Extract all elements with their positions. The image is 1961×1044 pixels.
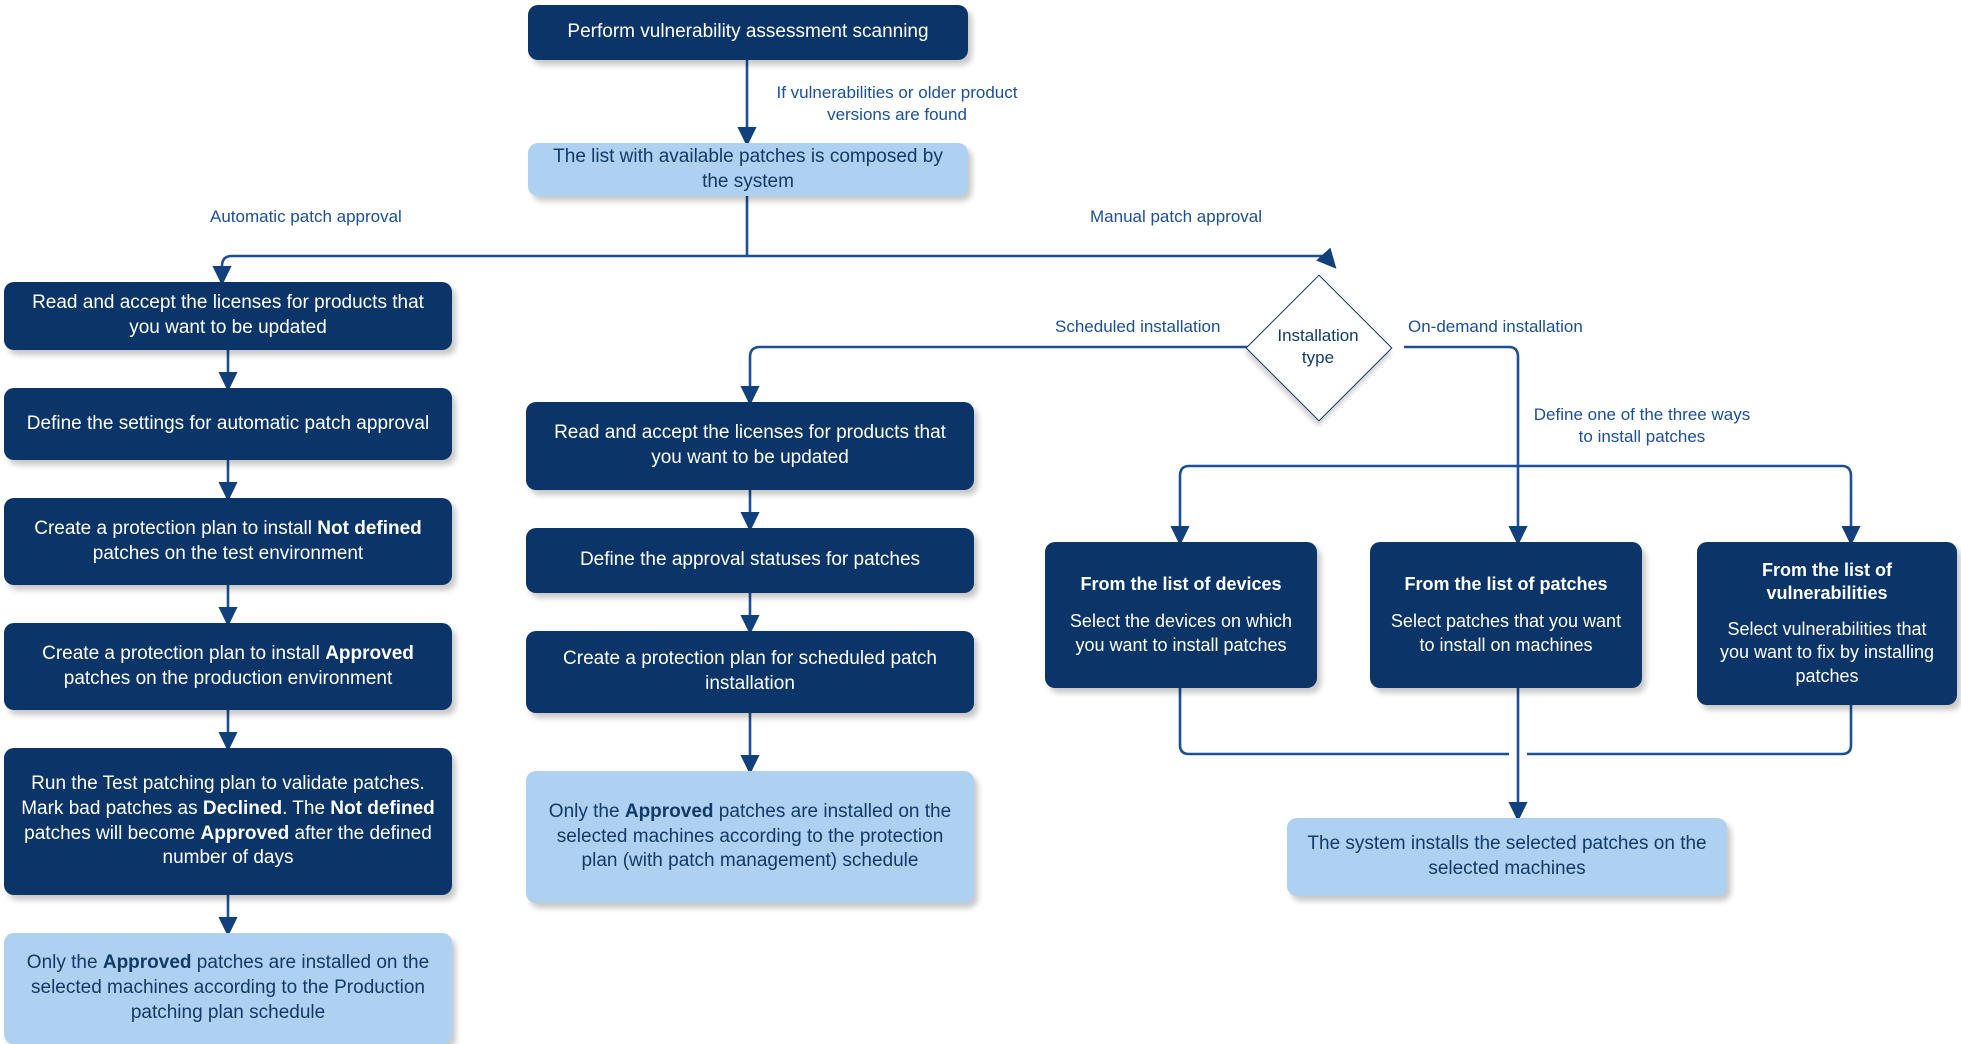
node-from-patches-title: From the list of patches	[1404, 573, 1608, 594]
edge-three-left	[1170, 464, 1518, 546]
decision-installation-type-label: Installation type	[1277, 325, 1359, 367]
node-patch-list-label: The list with available patches is compo…	[553, 145, 943, 192]
edge-label-define-three-ways: Define one of the three ways to install …	[1533, 405, 1751, 446]
node-auto-define-settings[interactable]: Define the settings for automatic patch …	[4, 388, 452, 460]
node-from-patches-body: Select patches that you want to install …	[1390, 611, 1622, 655]
node-ondemand-result-label: The system installs the selected patches…	[1307, 833, 1707, 879]
node-auto-define-settings-label: Define the settings for automatic patch …	[26, 412, 430, 434]
node-auto-plan-not-defined[interactable]: Create a protection plan to install Not …	[4, 498, 452, 585]
node-from-devices-body: Select the devices on which you want to …	[1069, 611, 1293, 655]
node-auto-plan-not-defined-label: Create a protection plan to install Not …	[34, 517, 422, 564]
edge-three-right	[1518, 464, 1861, 546]
node-ondemand-result[interactable]: The system installs the selected patches…	[1287, 818, 1727, 896]
edge-merge-left	[1178, 688, 1509, 756]
node-from-vulnerabilities-body: Select vulnerabilities that you want to …	[1719, 618, 1935, 686]
node-from-devices-title: From the list of devices	[1080, 573, 1282, 594]
edge-ondemand-down	[1404, 345, 1520, 466]
edge-label-manual-patch-approval: Manual patch approval	[1090, 207, 1263, 226]
node-from-vulnerabilities-title: From the list of vulnerabilities	[1762, 560, 1892, 604]
node-auto-plan-approved[interactable]: Create a protection plan to install Appr…	[4, 623, 452, 710]
edge-label-automatic-patch-approval: Automatic patch approval	[210, 207, 402, 226]
edge-bus-right	[747, 247, 1337, 269]
node-patch-list[interactable]: The list with available patches is compo…	[528, 143, 968, 196]
node-perform-scan-label: Perform vulnerability assessment scannin…	[567, 21, 929, 43]
node-auto-run-test-plan-label: Run the Test patching plan to validate p…	[21, 773, 435, 869]
node-auto-result[interactable]: Only the Approved patches are installed …	[4, 933, 452, 1044]
node-auto-read-licenses-label: Read and accept the licenses for product…	[32, 292, 424, 338]
edge-scheduled-branch	[740, 345, 1260, 406]
node-sched-define-statuses-label: Define the approval statuses for patches	[579, 549, 921, 571]
node-auto-plan-approved-label: Create a protection plan to install Appr…	[42, 642, 414, 689]
node-auto-result-label: Only the Approved patches are installed …	[26, 952, 430, 1023]
node-sched-result[interactable]: Only the Approved patches are installed …	[526, 771, 974, 903]
node-from-devices[interactable]: From the list of devices Select the devi…	[1045, 542, 1317, 688]
node-sched-create-plan-label: Create a protection plan for scheduled p…	[563, 648, 937, 694]
edge-merge-right	[1527, 705, 1853, 756]
node-sched-read-licenses-label: Read and accept the licenses for product…	[554, 422, 946, 468]
node-auto-run-test-plan[interactable]: Run the Test patching plan to validate p…	[4, 748, 452, 895]
node-auto-read-licenses[interactable]: Read and accept the licenses for product…	[4, 282, 452, 350]
node-from-patches[interactable]: From the list of patches Select patches …	[1370, 542, 1642, 688]
node-sched-result-label: Only the Approved patches are installed …	[548, 800, 952, 872]
edge-label-scheduled-installation: Scheduled installation	[1055, 317, 1221, 336]
node-from-vulnerabilities[interactable]: From the list of vulnerabilities Select …	[1697, 542, 1957, 705]
node-sched-read-licenses[interactable]: Read and accept the licenses for product…	[526, 402, 974, 490]
node-perform-scan[interactable]: Perform vulnerability assessment scannin…	[528, 5, 968, 60]
flowchart-canvas: Perform vulnerability assessment scannin…	[0, 0, 1961, 1044]
edge-bus-left	[212, 254, 747, 286]
edge-label-on-demand-installation: On-demand installation	[1408, 317, 1583, 336]
node-sched-create-plan[interactable]: Create a protection plan for scheduled p…	[526, 631, 974, 713]
edge-label-if-vulnerabilities: If vulnerabilities or older product vers…	[776, 83, 1018, 124]
node-sched-define-statuses[interactable]: Define the approval statuses for patches	[526, 528, 974, 593]
